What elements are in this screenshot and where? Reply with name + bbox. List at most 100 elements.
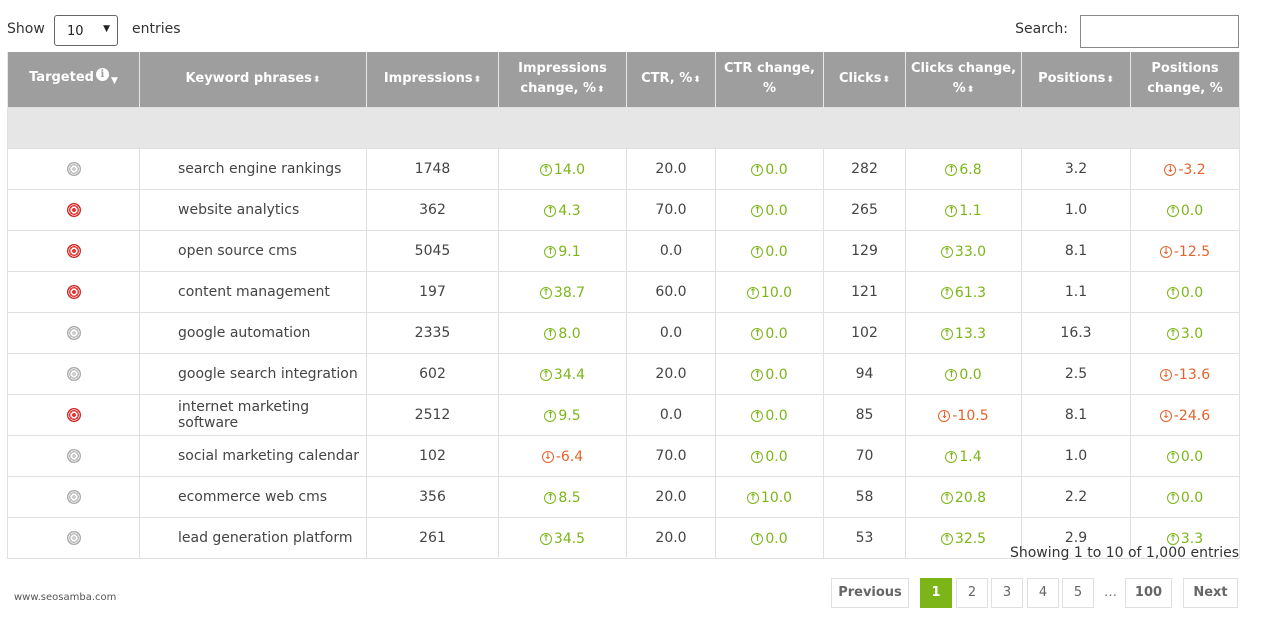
change-value: 34.4 [553, 366, 586, 383]
change-value: 38.7 [553, 284, 586, 301]
pagination-page-5[interactable]: 5 [1062, 578, 1094, 608]
header-targeted[interactable]: Targeted i▼ [7, 52, 140, 107]
change-positive: ↑ 0.0 [945, 366, 982, 383]
target-red-icon[interactable] [66, 202, 81, 217]
header-label: CTR, % [641, 70, 693, 86]
ctr-cell: 20.0 [626, 352, 716, 395]
clicks-cell: 102 [823, 311, 906, 354]
pagination: Previous 1 2 3 4 5 … 100 Next [0, 578, 1266, 608]
change-value: 0.0 [765, 243, 788, 260]
change-negative: ↓ -13.6 [1159, 367, 1210, 383]
target-red-icon[interactable] [66, 284, 81, 299]
arrow-up-circle-icon: ↑ [751, 327, 764, 340]
pagination-next-button[interactable]: Next [1183, 578, 1238, 608]
pagination-page-3[interactable]: 3 [991, 578, 1023, 608]
change-negative: ↓ -3.2 [1164, 162, 1206, 178]
change-value: 6.8 [959, 161, 982, 178]
change-negative: ↓ -12.5 [1159, 244, 1210, 260]
impressions-cell: 602 [366, 352, 499, 395]
targeted-cell [7, 352, 140, 395]
change-positive: ↑ 0.0 [1166, 449, 1203, 465]
header-keyword-phrases[interactable]: Keyword phrases⬍ [139, 52, 367, 107]
ctr-cell: 70.0 [626, 434, 716, 477]
clicks-change-cell: ↑ 6.8 [905, 147, 1022, 190]
clicks-change-cell: ↑ 61.3 [905, 270, 1022, 313]
keyword-cell: lead generation platform [139, 516, 367, 559]
change-positive: ↑ 33.0 [940, 244, 986, 260]
change-positive: ↑ 10.0 [746, 285, 792, 301]
change-negative: ↓ -6.4 [541, 449, 583, 465]
header-impressions-change[interactable]: Impressions change, %⬍ [498, 52, 627, 107]
clicks-change-cell: ↑ 33.0 [905, 229, 1022, 272]
impressions-change-cell: ↑ 9.1 [498, 229, 627, 272]
sort-icon: ⬍ [312, 74, 321, 85]
change-value: 0.0 [959, 366, 982, 383]
pagination-page-1[interactable]: 1 [920, 578, 952, 608]
header-ctr[interactable]: CTR, %⬍ [626, 52, 716, 107]
arrow-up-circle-icon: ↑ [751, 245, 764, 258]
change-positive: ↑ 0.0 [751, 531, 788, 547]
arrow-up-circle-icon: ↑ [1166, 286, 1179, 299]
target-gray-icon[interactable] [66, 161, 81, 176]
header-impressions[interactable]: Impressions⬍ [366, 52, 499, 107]
target-red-icon[interactable] [66, 243, 81, 258]
arrow-up-circle-icon: ↑ [1166, 491, 1179, 504]
header-positions[interactable]: Positions⬍ [1021, 52, 1131, 107]
table-row: social marketing calendar 102 ↓ -6.4 70.0 ↑ 0.… [7, 434, 1240, 477]
target-gray-icon[interactable] [66, 325, 81, 340]
change-positive: ↑ 20.8 [940, 490, 986, 506]
header-clicks[interactable]: Clicks⬍ [823, 52, 906, 107]
table-row: internet marketing software 2512 ↑ 9.5 0.0 ↑ 0… [7, 393, 1240, 436]
clicks-change-cell: ↓ -10.5 [905, 393, 1022, 436]
arrow-up-circle-icon: ↑ [539, 286, 552, 299]
positions-cell: 1.0 [1021, 434, 1131, 477]
ctr-change-cell: ↑ 0.0 [715, 311, 824, 354]
header-label: Positions change, % [1147, 61, 1223, 97]
change-value: 0.0 [765, 161, 788, 178]
change-positive: ↑ 10.0 [746, 490, 792, 506]
ctr-change-cell: ↑ 0.0 [715, 229, 824, 272]
ctr-cell: 60.0 [626, 270, 716, 313]
impressions-change-cell: ↑ 8.5 [498, 475, 627, 518]
change-value: 9.1 [558, 243, 581, 260]
change-positive: ↑ 3.0 [1166, 326, 1203, 342]
impressions-cell: 2512 [366, 393, 499, 436]
clicks-cell: 53 [823, 516, 906, 559]
search-input[interactable] [1080, 15, 1239, 48]
info-icon[interactable]: i [95, 67, 109, 81]
pagination-previous-button[interactable]: Previous [831, 578, 909, 608]
arrow-down-circle-icon: ↓ [541, 450, 554, 463]
arrow-up-circle-icon: ↑ [940, 245, 953, 258]
ctr-change-cell: ↑ 0.0 [715, 393, 824, 436]
target-gray-icon[interactable] [66, 448, 81, 463]
positions-change-cell: ↑ 0.0 [1130, 188, 1240, 231]
change-value: 34.5 [553, 530, 586, 547]
entries-per-page-select[interactable]: 10 ▼ [54, 15, 118, 46]
arrow-up-circle-icon: ↑ [751, 163, 764, 176]
table-row: website analytics 362 ↑ 4.3 70.0 ↑ 0.0 265 ↑ 1.1 1… [7, 188, 1240, 231]
change-value: 13.3 [954, 325, 987, 342]
target-red-icon[interactable] [66, 407, 81, 422]
positions-cell: 3.2 [1021, 147, 1131, 190]
ctr-cell: 0.0 [626, 311, 716, 354]
target-gray-icon[interactable] [66, 366, 81, 381]
target-gray-icon[interactable] [66, 489, 81, 504]
header-clicks-change[interactable]: Clicks change, %⬍ [905, 52, 1022, 107]
ctr-cell: 20.0 [626, 516, 716, 559]
pagination-page-100[interactable]: 100 [1125, 578, 1172, 608]
arrow-up-circle-icon: ↑ [1166, 532, 1179, 545]
positions-cell: 8.1 [1021, 393, 1131, 436]
ctr-change-cell: ↑ 0.0 [715, 147, 824, 190]
change-value: -24.6 [1173, 407, 1211, 424]
clicks-change-cell: ↑ 1.4 [905, 434, 1022, 477]
target-gray-icon[interactable] [66, 530, 81, 545]
header-label: Clicks [838, 70, 882, 86]
clicks-cell: 265 [823, 188, 906, 231]
pagination-page-4[interactable]: 4 [1027, 578, 1059, 608]
table-row: google automation 2335 ↑ 8.0 0.0 ↑ 0.0 102 ↑ 13.3… [7, 311, 1240, 354]
arrow-down-circle-icon: ↓ [1159, 245, 1172, 258]
pagination-page-2[interactable]: 2 [956, 578, 988, 608]
keyword-cell: open source cms [139, 229, 367, 272]
positions-change-cell: ↑ 3.0 [1130, 311, 1240, 354]
arrow-up-circle-icon: ↑ [751, 450, 764, 463]
